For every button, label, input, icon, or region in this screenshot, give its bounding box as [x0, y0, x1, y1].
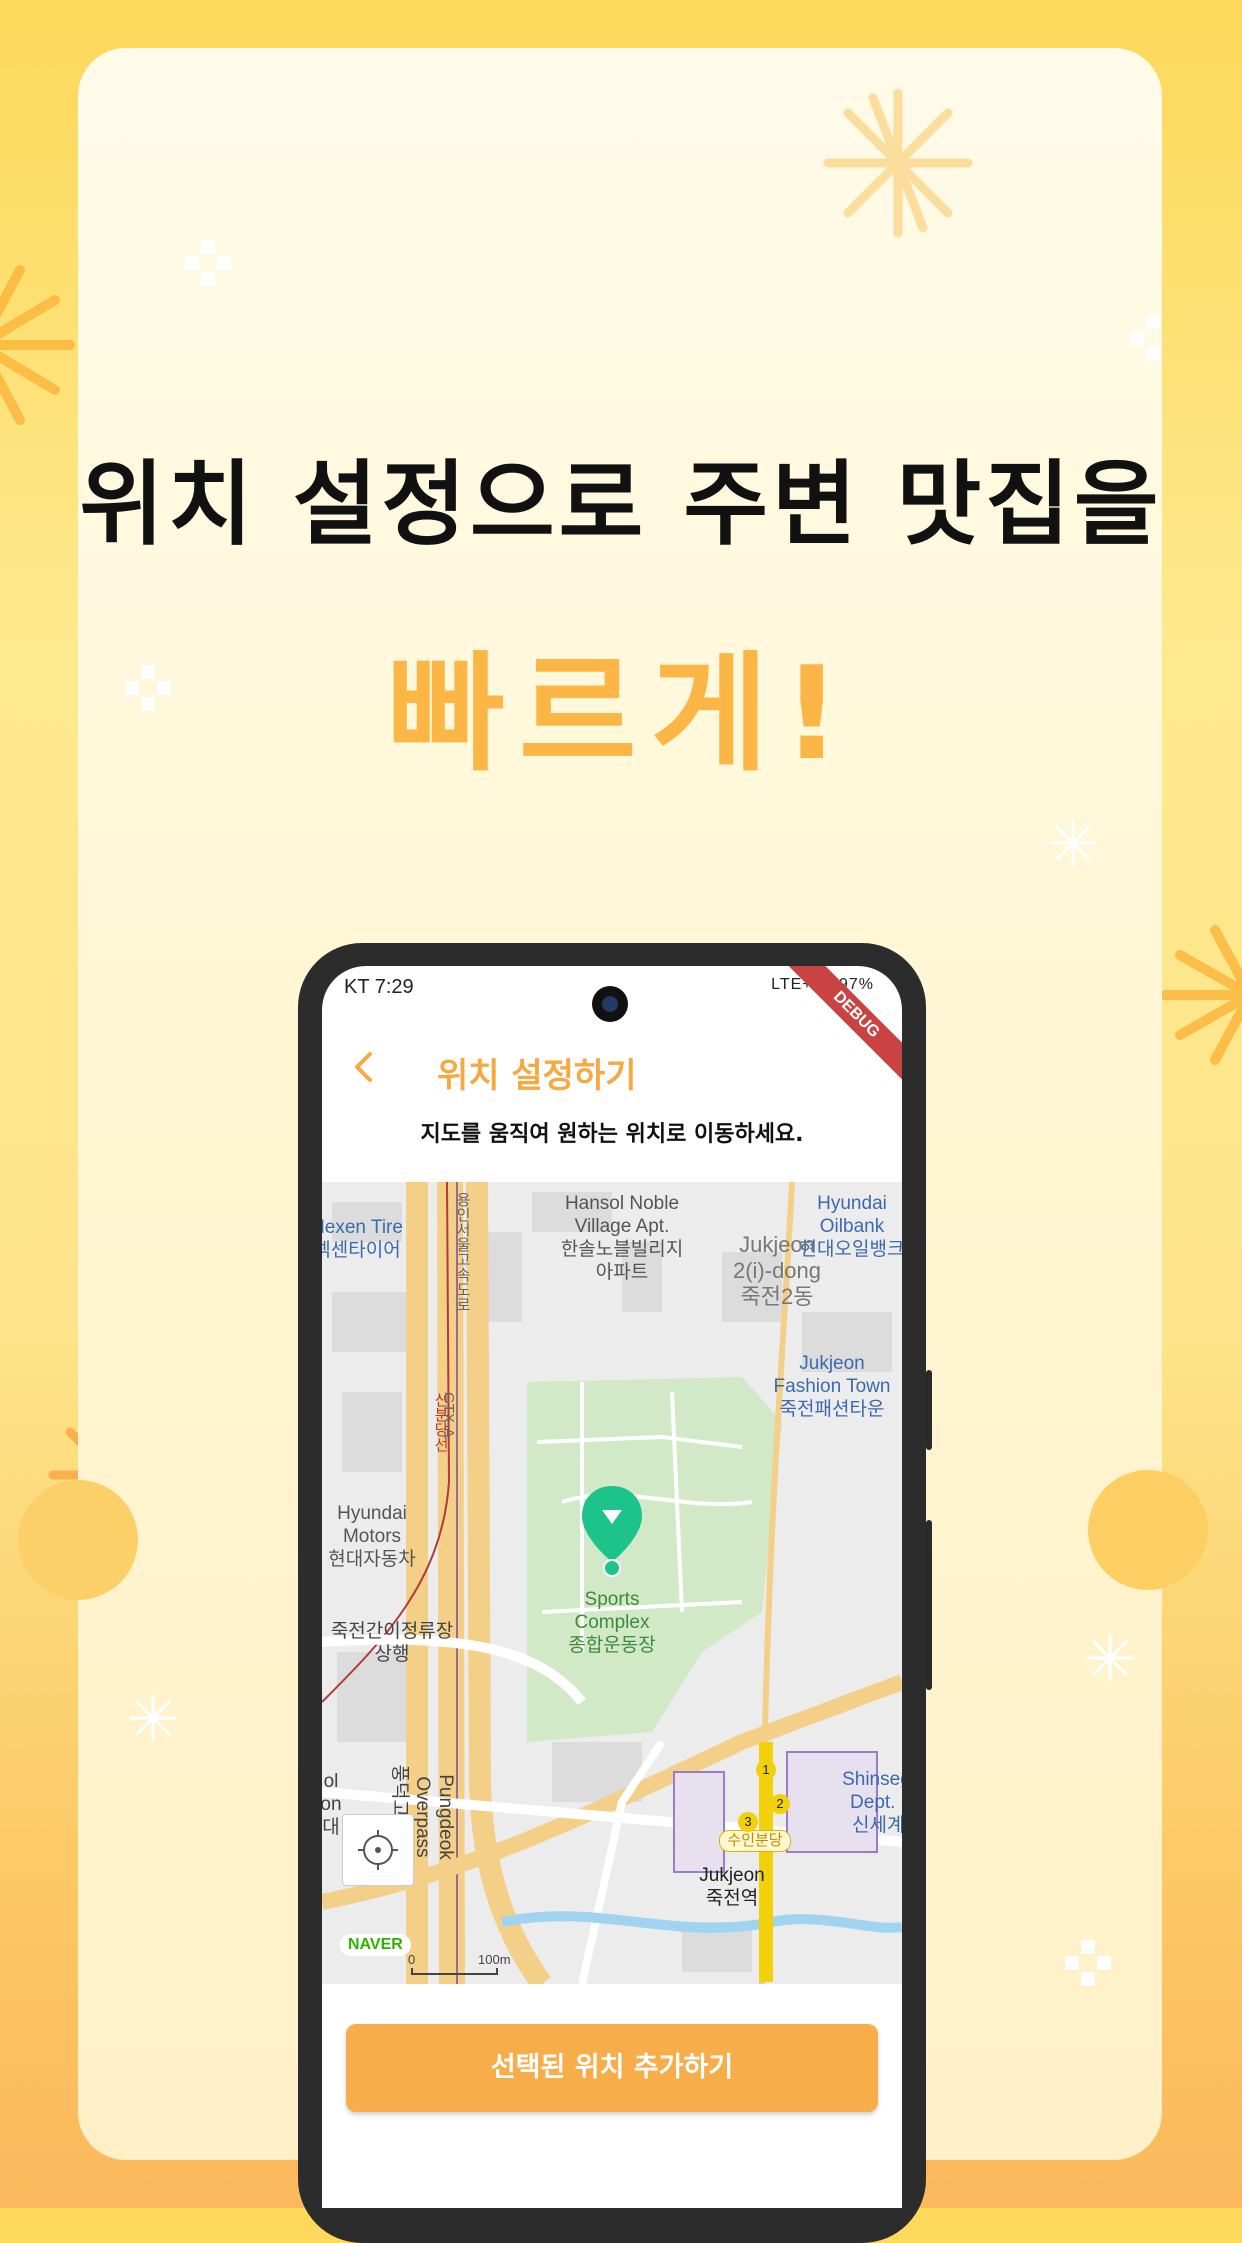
map-label-jukjeon-stop: 죽전간이정류장 상행: [330, 1621, 454, 1665]
map-instruction: 지도를 움직여 원하는 위치로 이동하세요.: [420, 1122, 804, 1147]
map-label-hansol: Hansol Noble Village Apt. 한솔노블빌리지 아파트: [560, 1193, 684, 1283]
map-pin-icon: [582, 1486, 642, 1577]
map-label-nexen: Nexen Tire 넥센타이어: [322, 1217, 403, 1261]
sparkle-decoration: [1130, 315, 1160, 361]
sparkle-decoration: [185, 240, 231, 286]
headline-line1: 위치 설정으로 주변 맛집을: [79, 451, 1163, 558]
map-label-hyundai-motors: Hyundai Motors 현대자동차: [328, 1503, 416, 1570]
map-view[interactable]: Hansol Noble Village Apt. 한솔노블빌리지 아파트 Hy…: [322, 1182, 902, 1984]
sunburst-decoration-right: [1160, 925, 1242, 1065]
phone-side-button: [926, 1370, 932, 1450]
road-label-expressway: 용인서울고속도로: [454, 1192, 471, 1312]
subway-line-label-suin-bundang: 수인분당: [719, 1830, 791, 1852]
starburst-decoration: [1049, 819, 1097, 867]
ticket-notch-left: [18, 1480, 138, 1600]
map-label-shinsegae: Shinsegae Dept. St. 신세계백: [842, 1769, 902, 1836]
station-exit-3: 3: [738, 1812, 758, 1832]
add-selected-location-button[interactable]: 선택된 위치 추가하기: [346, 2024, 878, 2112]
sunburst-decoration-top: [823, 88, 973, 238]
sunburst-decoration-left: [0, 265, 75, 425]
ticket-notch-right: [1088, 1470, 1208, 1590]
front-camera: [592, 986, 628, 1022]
crosshair-icon: [358, 1830, 398, 1870]
app-bar: 위치 설정하기: [322, 1022, 902, 1118]
station-exit-2: 2: [770, 1794, 790, 1814]
back-button[interactable]: [340, 1042, 390, 1092]
starburst-decoration: [1086, 1634, 1134, 1682]
status-carrier-time: KT 7:29: [344, 976, 414, 998]
station-exit-1: 1: [756, 1760, 776, 1780]
phone-side-button: [926, 1520, 932, 1690]
road-label-gtx: GTX-A: [440, 1392, 457, 1438]
headline-line2: 빠르게!: [387, 640, 855, 789]
current-location-button[interactable]: [342, 1814, 414, 1886]
chevron-left-icon: [355, 1052, 372, 1082]
map-label-sports-complex: Sports Complex 종합운동장: [568, 1589, 656, 1656]
map-scale-start: 0: [408, 1952, 416, 1967]
map-label-jukjeon-station: Jukjeon 죽전역: [699, 1865, 765, 1909]
map-label-fashion-town: Jukjeon Fashion Town 죽전패션타운: [773, 1353, 891, 1420]
phone-screen: KT 7:29 LTE+ .ıl 97% DEBUG 위치 설정하기 지도를 움…: [322, 966, 902, 2208]
starburst-decoration: [129, 1694, 177, 1742]
map-label-jukjeon2: Jukjeon 2(i)-dong 죽전2동: [732, 1232, 822, 1309]
map-scale-end: 100m: [478, 1952, 511, 1967]
page-title: 위치 설정하기: [437, 1056, 637, 1096]
naver-logo[interactable]: NAVER: [340, 1934, 411, 1956]
sparkle-decoration: [1065, 1940, 1111, 1986]
